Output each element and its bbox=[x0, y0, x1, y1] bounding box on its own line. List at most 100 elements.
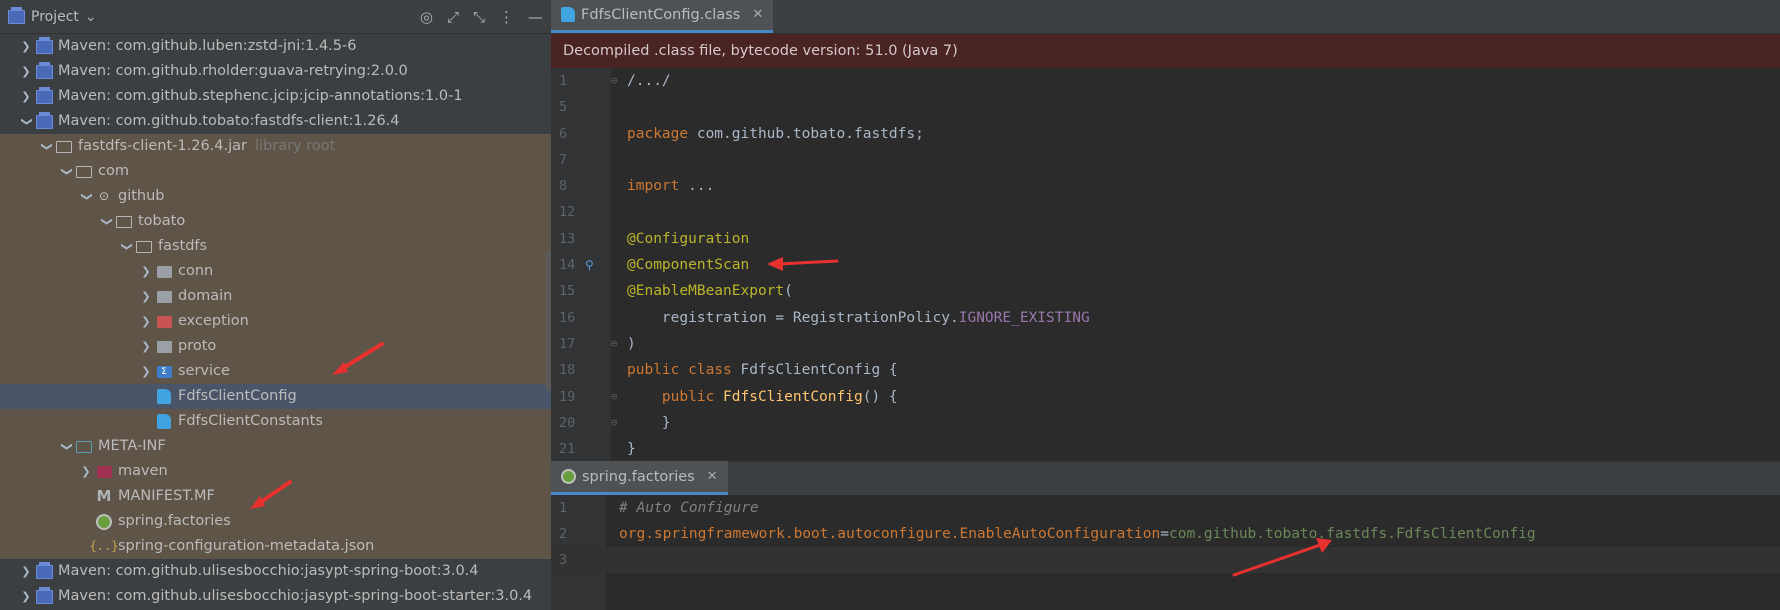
tree-item[interactable]: ❯ Σservice bbox=[0, 359, 551, 384]
chevron-down-icon[interactable]: ❮ bbox=[94, 214, 119, 230]
tree-item[interactable]: ❯ Maven: com.github.luben:zstd-jni:1.4.5-… bbox=[0, 34, 551, 59]
chevron-down-icon[interactable]: ❮ bbox=[74, 189, 99, 205]
tree-item[interactable]: ❯ Maven: com.github.ulisesbocchio:jasypt-… bbox=[0, 584, 551, 609]
manifest-icon: M bbox=[96, 487, 112, 505]
chevron-down-icon[interactable]: ❮ bbox=[34, 139, 59, 155]
chevron-right-icon[interactable]: ❯ bbox=[138, 334, 154, 359]
code-line[interactable]: 19 ⊖ public FdfsClientConfig() { bbox=[551, 384, 1780, 410]
code-text: } bbox=[627, 436, 636, 461]
code-token: # Auto Configure bbox=[619, 500, 759, 516]
code-line[interactable]: 3 bbox=[551, 547, 1780, 573]
tree-item[interactable]: FdfsClientConstants bbox=[0, 409, 551, 434]
line-number: 5 bbox=[559, 99, 568, 116]
properties-editor[interactable]: 1 # Auto Configure 2 org.springframework.bo… bbox=[551, 495, 1780, 610]
more-options-icon[interactable]: ⋮ bbox=[499, 8, 514, 26]
tree-item[interactable]: ❮ Maven: com.github.tobato:fastdfs-client… bbox=[0, 109, 551, 134]
code-line[interactable]: 14 ⚲ @ComponentScan bbox=[551, 252, 1780, 278]
code-line[interactable]: 12 bbox=[551, 199, 1780, 225]
chevron-right-icon[interactable]: ❯ bbox=[18, 34, 34, 59]
close-icon[interactable]: ✕ bbox=[707, 469, 718, 484]
search-icon[interactable]: ⚲ bbox=[585, 252, 594, 278]
fold-icon[interactable]: ⊖ bbox=[611, 410, 618, 436]
tree-item-label: META-INF bbox=[98, 438, 166, 454]
code-editor[interactable]: 1 ⊖ /.../ 5 6 package com.github.tobato.fastd… bbox=[551, 68, 1780, 461]
line-number: 2 bbox=[559, 526, 568, 542]
tree-item[interactable]: ❯ proto bbox=[0, 334, 551, 359]
code-line[interactable]: 15 @EnableMBeanExport( bbox=[551, 278, 1780, 304]
tree-item[interactable]: ❯ Maven: com.github.rholder:guava-retryin… bbox=[0, 59, 551, 84]
tree-item[interactable]: ❯ Maven: com.github.stephenc.jcip:jcip-an… bbox=[0, 84, 551, 109]
tree-item[interactable]: ❮ fastdfs-client-1.26.4.jar library root bbox=[0, 134, 551, 159]
chevron-down-icon[interactable]: ❮ bbox=[54, 439, 79, 455]
line-number: 18 bbox=[559, 362, 576, 379]
chevron-right-icon[interactable]: ❯ bbox=[138, 359, 154, 384]
chevron-right-icon[interactable]: ❯ bbox=[18, 59, 34, 84]
tree-item[interactable]: spring.factories bbox=[0, 509, 551, 534]
code-line[interactable]: 1 ⊖ /.../ bbox=[551, 68, 1780, 94]
tree-item[interactable]: ❮ fastdfs bbox=[0, 234, 551, 259]
fold-icon[interactable]: ⊖ bbox=[611, 331, 618, 357]
code-text: public FdfsClientConfig() { bbox=[627, 384, 898, 410]
package-icon bbox=[154, 265, 174, 278]
tree-item[interactable]: ❯ maven bbox=[0, 459, 551, 484]
tree-item[interactable]: ❯ Maven: com.github.ulisesbocchio:jasypt-… bbox=[0, 559, 551, 584]
chevron-right-icon[interactable]: ❯ bbox=[78, 459, 94, 484]
project-title[interactable]: Project bbox=[31, 9, 79, 25]
code-line[interactable]: 18 public class FdfsClientConfig { bbox=[551, 357, 1780, 383]
code-token: = bbox=[1160, 526, 1169, 542]
fold-icon[interactable]: ⊖ bbox=[611, 68, 618, 94]
collapse-all-icon[interactable]: ⤡ bbox=[473, 8, 485, 26]
chevron-right-icon[interactable]: ❯ bbox=[138, 259, 154, 284]
expand-all-icon[interactable]: ⤢ bbox=[447, 8, 459, 26]
tree-item[interactable]: ❮ com bbox=[0, 159, 551, 184]
code-line[interactable]: 21} bbox=[551, 436, 1780, 461]
chevron-down-icon[interactable]: ❮ bbox=[114, 239, 139, 255]
decompiled-banner: Decompiled .class file, bytecode version… bbox=[551, 34, 1780, 68]
code-line[interactable]: 6 package com.github.tobato.fastdfs; bbox=[551, 121, 1780, 147]
code-line[interactable]: 20 ⊖ } bbox=[551, 410, 1780, 436]
tab-spring-factories[interactable]: spring.factories ✕ bbox=[551, 461, 728, 495]
code-line[interactable]: 16 registration = RegistrationPolicy.IGN… bbox=[551, 305, 1780, 331]
code-line[interactable]: 1 # Auto Configure bbox=[551, 495, 1780, 521]
tab-fdfsclientconfig[interactable]: FdfsClientConfig.class ✕ bbox=[551, 0, 774, 33]
chevron-right-icon[interactable]: ❯ bbox=[138, 284, 154, 309]
tree-item[interactable]: ❮ tobato bbox=[0, 209, 551, 234]
code-text: @Configuration bbox=[627, 226, 749, 252]
tree-item[interactable]: FdfsClientConfig bbox=[0, 384, 551, 409]
tree-item[interactable]: ❮ META-INF bbox=[0, 434, 551, 459]
tree-item-label: proto bbox=[178, 338, 217, 354]
tree-item-label: Maven: com.github.rholder:guava-retrying… bbox=[58, 63, 408, 79]
line-number: 17 bbox=[559, 335, 576, 352]
tree-item[interactable]: ❯ exception bbox=[0, 309, 551, 334]
code-line[interactable]: 7 bbox=[551, 147, 1780, 173]
chevron-right-icon[interactable]: ❯ bbox=[18, 559, 34, 584]
tree-item[interactable]: ❯ conn bbox=[0, 259, 551, 284]
tree-item-label: spring-configuration-metadata.json bbox=[118, 538, 375, 554]
class-icon bbox=[154, 414, 174, 429]
code-line[interactable]: 13 @Configuration bbox=[551, 226, 1780, 252]
tree-item[interactable]: {..} spring-configuration-metadata.json bbox=[0, 534, 551, 559]
code-line[interactable]: 17 ⊖) bbox=[551, 331, 1780, 357]
chevron-right-icon[interactable]: ❯ bbox=[18, 84, 34, 109]
code-line[interactable]: 5 bbox=[551, 94, 1780, 120]
code-token: ) bbox=[627, 335, 636, 352]
chevron-right-icon[interactable]: ❯ bbox=[138, 309, 154, 334]
code-line[interactable]: 8 import ... bbox=[551, 173, 1780, 199]
hide-icon[interactable]: — bbox=[528, 8, 543, 26]
code-text: import ... bbox=[627, 173, 714, 199]
code-token: public class bbox=[627, 362, 741, 379]
code-text: org.springframework.boot.autoconfigure.E… bbox=[619, 521, 1536, 547]
line-number: 1 bbox=[559, 73, 568, 89]
tree-item[interactable]: M MANIFEST.MF bbox=[0, 484, 551, 509]
tree-item[interactable]: ❮ ⊙ github bbox=[0, 184, 551, 209]
chevron-down-icon[interactable]: ❮ bbox=[54, 164, 79, 180]
close-icon[interactable]: ✕ bbox=[752, 7, 763, 22]
chevron-right-icon[interactable]: ❯ bbox=[18, 584, 34, 609]
chevron-down-icon[interactable]: ⌄ bbox=[85, 9, 97, 25]
chevron-down-icon[interactable]: ❮ bbox=[14, 114, 39, 130]
fold-icon[interactable]: ⊖ bbox=[611, 384, 618, 410]
tree-item[interactable]: ❯ domain bbox=[0, 284, 551, 309]
line-number: 19 bbox=[559, 388, 576, 405]
code-line[interactable]: 2 org.springframework.boot.autoconfigure.… bbox=[551, 521, 1780, 547]
locate-icon[interactable]: ◎ bbox=[420, 8, 433, 26]
